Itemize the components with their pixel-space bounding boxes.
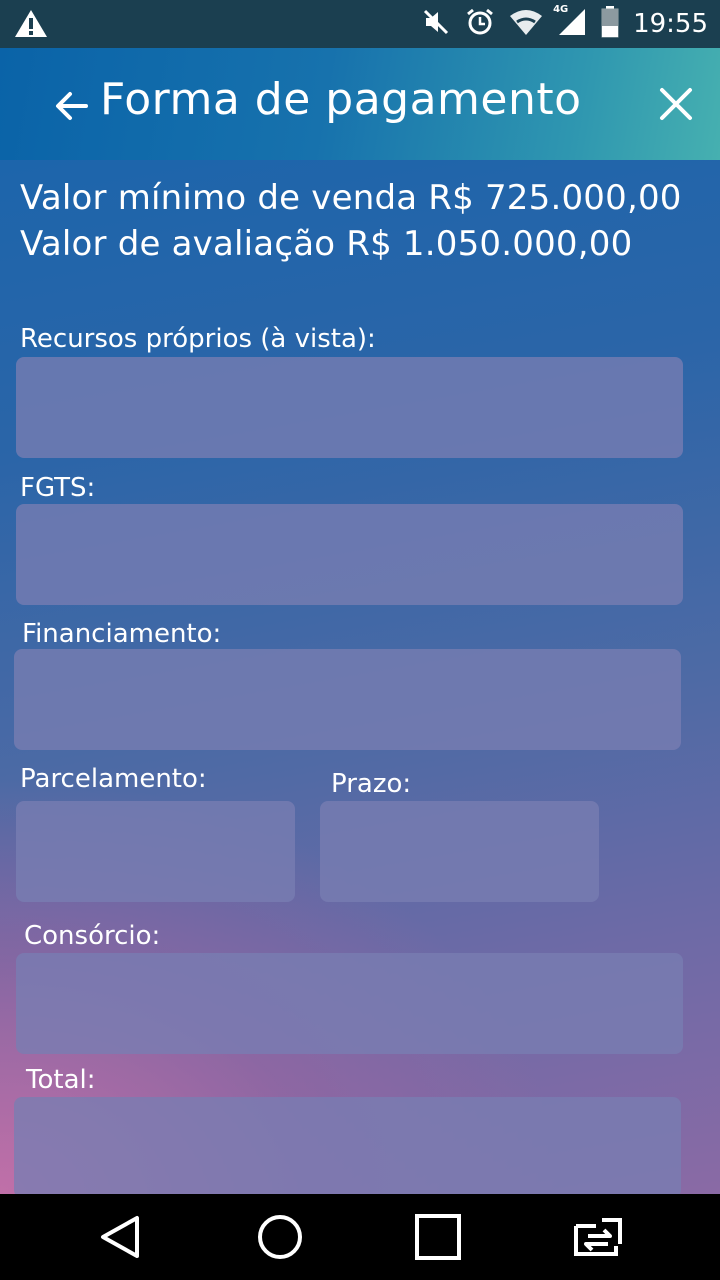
battery-icon (601, 6, 619, 42)
close-icon[interactable] (654, 82, 698, 126)
fgts-input[interactable] (16, 504, 683, 605)
back-triangle-icon[interactable] (97, 1212, 147, 1262)
installment-label: Parcelamento: (20, 764, 207, 794)
fgts-label: FGTS: (20, 473, 96, 503)
consortium-input[interactable] (16, 953, 683, 1054)
term-label: Prazo: (331, 769, 412, 799)
own-resources-label: Recursos próprios (à vista): (20, 324, 376, 354)
consortium-label: Consórcio: (24, 921, 161, 951)
warning-icon (14, 8, 48, 42)
app-bar: Forma de pagamento (0, 48, 720, 160)
app-screen: 4G 19:55 Forma de pagamento Valor mínimo… (0, 0, 720, 1194)
recents-square-icon[interactable] (413, 1212, 463, 1262)
wifi-icon (509, 8, 543, 40)
status-bar: 4G 19:55 (0, 0, 720, 48)
installment-input[interactable] (16, 801, 295, 902)
signal-icon: 4G (553, 4, 587, 41)
mute-icon (421, 7, 451, 41)
status-time: 19:55 (633, 9, 708, 39)
financing-input[interactable] (14, 649, 681, 750)
network-type-label: 4G (553, 4, 569, 15)
total-label: Total: (26, 1065, 96, 1095)
switch-apps-icon[interactable] (570, 1212, 622, 1262)
page-title: Forma de pagamento (100, 74, 582, 125)
min-sale-value: Valor mínimo de venda R$ 725.000,00 (20, 178, 682, 218)
own-resources-input[interactable] (16, 357, 683, 458)
financing-label: Financiamento: (22, 619, 222, 649)
total-input[interactable] (14, 1097, 681, 1194)
navigation-bar (0, 1194, 720, 1280)
alarm-icon (465, 7, 495, 41)
arrow-left-icon[interactable] (50, 84, 94, 128)
appraisal-value: Valor de avaliação R$ 1.050.000,00 (20, 224, 633, 264)
home-circle-icon[interactable] (255, 1212, 305, 1262)
term-input[interactable] (320, 801, 599, 902)
